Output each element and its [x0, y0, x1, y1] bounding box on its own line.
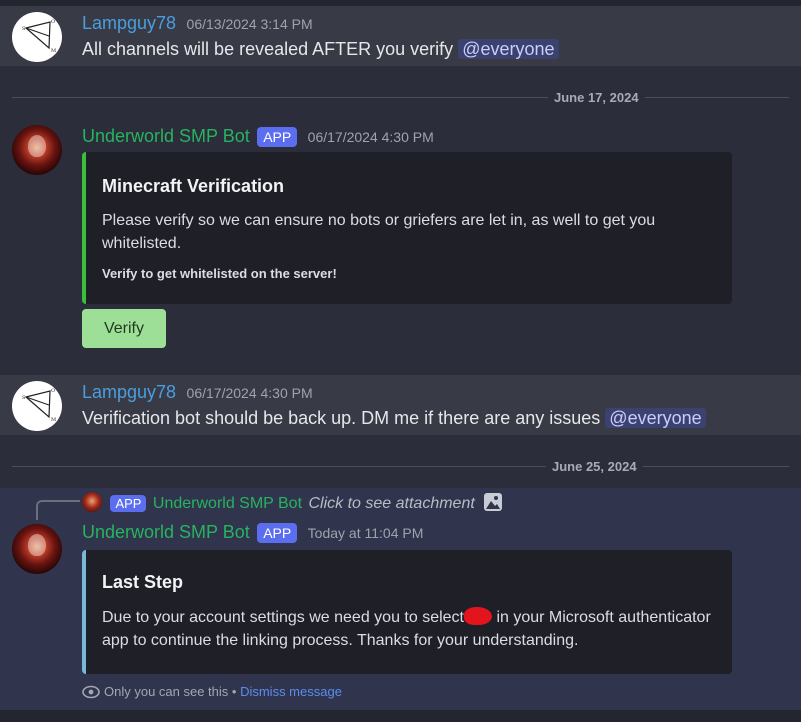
- svg-text:M: M: [51, 48, 56, 54]
- message-4[interactable]: APP Underworld SMP Bot Click to see atta…: [0, 488, 801, 710]
- timestamp: 06/17/2024 4:30 PM: [307, 129, 434, 145]
- date-divider-line: [12, 466, 789, 467]
- embed-footer: Verify to get whitelisted on the server!: [102, 266, 337, 281]
- author-name[interactable]: Underworld SMP Bot: [82, 522, 250, 542]
- svg-text:O: O: [51, 19, 55, 25]
- embed: Last Step Due to your account settings w…: [82, 550, 732, 674]
- message-3[interactable]: S O M Lampguy78 06/17/2024 4:30 PM Verif…: [0, 375, 801, 435]
- app-badge: APP: [110, 495, 147, 512]
- message-1[interactable]: S O M Lampguy78 06/13/2024 3:14 PM All c…: [0, 6, 801, 66]
- reply-author[interactable]: Underworld SMP Bot: [153, 495, 302, 512]
- timestamp: 06/17/2024 4:30 PM: [186, 385, 313, 401]
- eye-icon: [82, 685, 100, 699]
- lamp-logo-icon: S O M: [22, 388, 56, 423]
- date-divider-line: [12, 97, 789, 98]
- timestamp: Today at 11:04 PM: [307, 525, 424, 541]
- app-badge: APP: [257, 523, 298, 543]
- embed-description-before: Due to your account settings we need you…: [102, 609, 464, 626]
- embed-title: Minecraft Verification: [102, 176, 285, 196]
- embed-title: Last Step: [102, 572, 184, 592]
- lamp-logo-icon: S O M: [22, 19, 56, 54]
- author-name[interactable]: Underworld SMP Bot: [82, 126, 250, 146]
- image-icon[interactable]: [483, 492, 503, 512]
- date-divider: June 17, 2024: [548, 90, 645, 105]
- reply-avatar[interactable]: [82, 492, 102, 512]
- redaction-mark: [464, 607, 492, 625]
- svg-text:S: S: [22, 26, 26, 32]
- reply-preview[interactable]: Click to see attachment: [308, 495, 474, 512]
- dismiss-message-link[interactable]: Dismiss message: [240, 684, 342, 699]
- mention[interactable]: @everyone: [605, 408, 706, 428]
- app-badge: APP: [257, 127, 298, 147]
- svg-text:M: M: [51, 417, 56, 423]
- bottom-strip: [0, 710, 801, 722]
- svg-text:O: O: [51, 388, 55, 394]
- message-text: All channels will be revealed AFTER you …: [82, 39, 454, 59]
- embed-accent-bar: [82, 152, 86, 304]
- embed-description: Please verify so we can ensure no bots o…: [102, 212, 656, 252]
- bot-avatar[interactable]: [12, 125, 62, 175]
- ephemeral-notice: Only you can see this • Dismiss message: [82, 684, 342, 699]
- date-divider: June 25, 2024: [546, 459, 643, 474]
- reply-connector: [36, 500, 80, 520]
- mention[interactable]: @everyone: [458, 39, 559, 59]
- embed: Minecraft Verification Please verify so …: [82, 152, 732, 304]
- message-text: Verification bot should be back up. DM m…: [82, 408, 601, 428]
- author-name[interactable]: Lampguy78: [82, 13, 176, 33]
- ephemeral-text: Only you can see this •: [104, 684, 237, 699]
- timestamp: 06/13/2024 3:14 PM: [186, 16, 313, 32]
- author-name[interactable]: Lampguy78: [82, 382, 176, 402]
- avatar[interactable]: S O M: [12, 12, 62, 62]
- verify-button[interactable]: Verify: [82, 309, 166, 348]
- embed-description: Due to your account settings we need you…: [102, 606, 722, 652]
- bot-avatar[interactable]: [12, 524, 62, 574]
- avatar[interactable]: S O M: [12, 381, 62, 431]
- svg-text:S: S: [22, 395, 26, 401]
- embed-accent-bar: [82, 550, 86, 674]
